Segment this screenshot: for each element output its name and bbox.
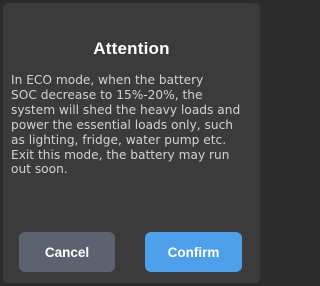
dialog-title: Attention <box>93 39 170 58</box>
confirm-button[interactable]: Confirm <box>145 232 242 272</box>
screen: Attention In ECO mode, when the battery … <box>0 0 263 286</box>
cancel-button[interactable]: Cancel <box>19 232 115 272</box>
dialog-message: In ECO mode, when the battery SOC decrea… <box>11 73 241 177</box>
attention-dialog: Attention In ECO mode, when the battery … <box>3 3 260 283</box>
